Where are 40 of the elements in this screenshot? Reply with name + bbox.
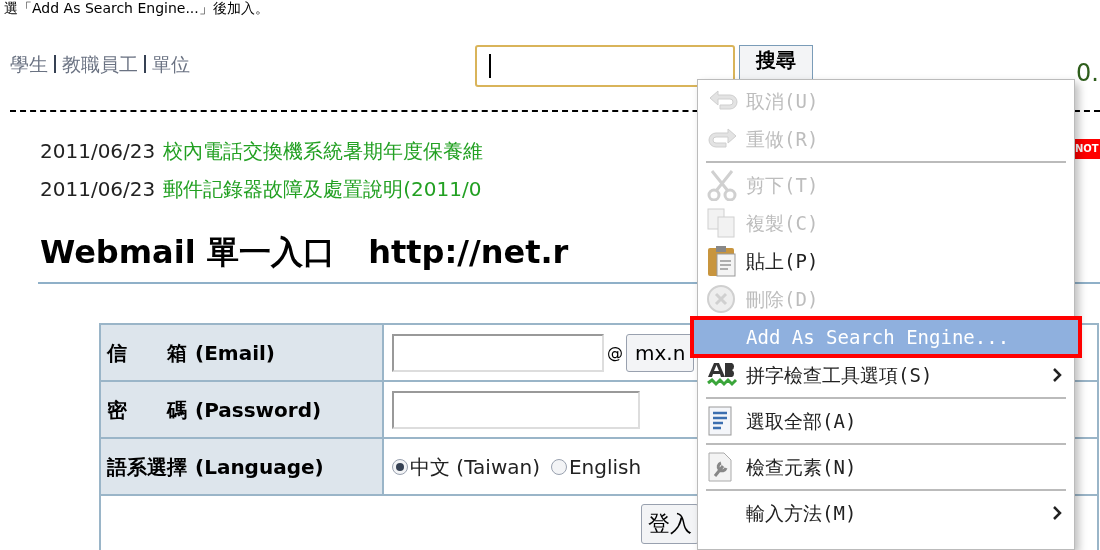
radio-button[interactable] (392, 458, 408, 475)
nav-link[interactable]: 教職員工 (62, 50, 138, 79)
field-label: 語系選擇 (107, 453, 187, 481)
domain-select[interactable]: mx.n (626, 333, 695, 372)
login-button[interactable]: 登入 (641, 503, 699, 544)
field-label: (Password) (195, 396, 322, 424)
clipboard-icon (706, 244, 738, 278)
field-label: (Email) (195, 339, 275, 367)
delete-icon (706, 284, 736, 314)
chevron-right-icon (1052, 505, 1062, 521)
nav-link[interactable]: 單位 (152, 50, 190, 79)
field-label: 信 箱 (107, 339, 187, 367)
news-link[interactable]: 校內電話交換機系統暑期年度保養維 (163, 136, 484, 166)
chevron-right-icon (1052, 367, 1062, 383)
news-date: 2011/06/23 (40, 176, 156, 203)
menu-item[interactable]: 輸入方法(M) (698, 494, 1074, 532)
copy-icon (706, 207, 738, 239)
notice-badge: NOT (1074, 139, 1100, 159)
field-label: 密 碼 (107, 396, 187, 424)
at-sign: @ (607, 341, 623, 364)
search-field[interactable] (475, 45, 735, 87)
email-input[interactable] (392, 333, 604, 372)
scissors-icon (706, 169, 738, 201)
page-heading: Webmail 單一入口 http://net.r (40, 232, 569, 273)
ip-status-link[interactable]: 0. (1076, 55, 1099, 91)
menu-item[interactable]: 檢查元素(N) (698, 448, 1074, 486)
menu-item[interactable]: 拼字檢查工具選項(S) (698, 356, 1074, 394)
nav-link[interactable]: 學生 (10, 50, 48, 79)
menu-item[interactable]: 貼上(P) (698, 242, 1074, 280)
menu-item[interactable]: 選取全部(A) (698, 402, 1074, 440)
language-option[interactable]: 中文 (Taiwan) (392, 451, 540, 482)
radio-button[interactable] (551, 458, 567, 475)
password-input[interactable] (392, 390, 640, 429)
field-label: (Language) (195, 453, 324, 481)
spellcheck-icon (706, 361, 738, 389)
caption-text: 選「Add As Search Engine...」後加入。 (4, 0, 269, 16)
wrench-document-icon (706, 451, 734, 483)
news-date: 2011/06/23 (40, 138, 156, 165)
document-icon (706, 405, 734, 437)
language-option[interactable]: English (551, 451, 642, 482)
